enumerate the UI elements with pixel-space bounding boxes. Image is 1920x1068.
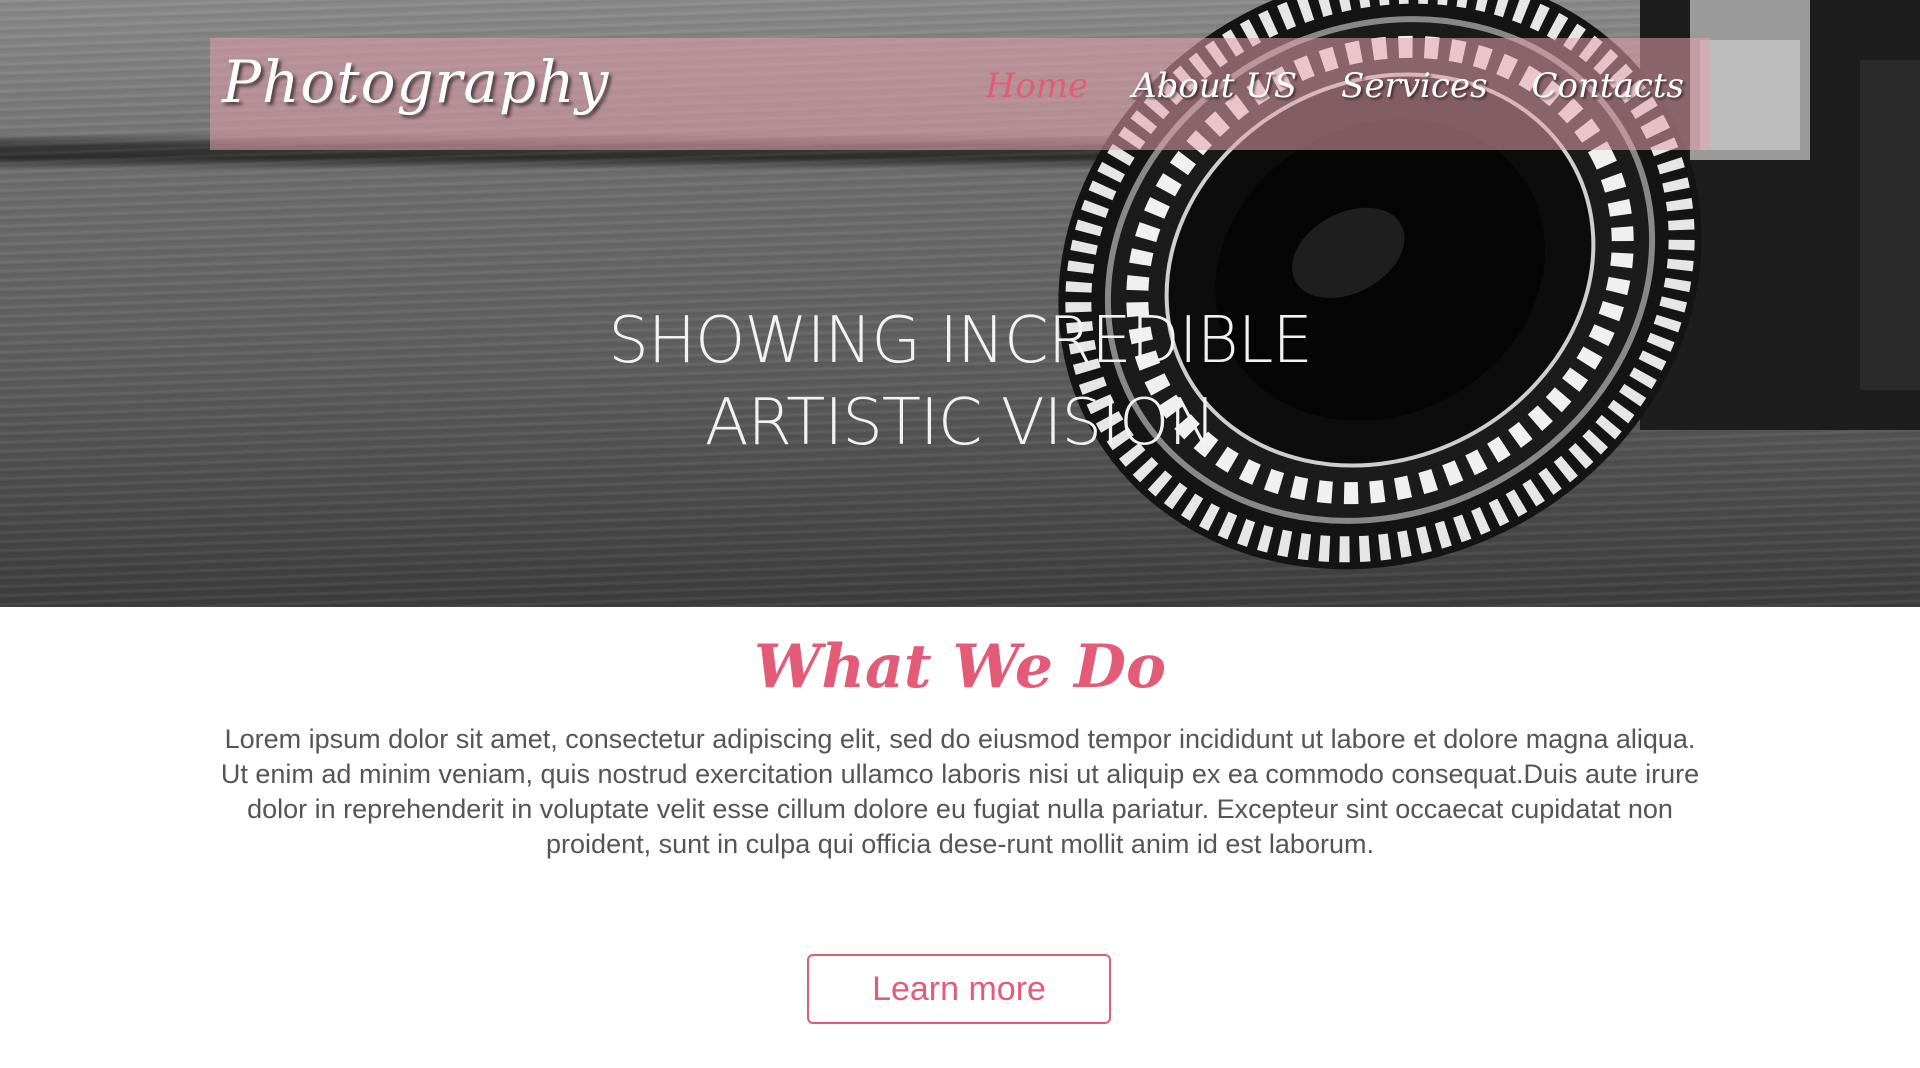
hero-headline: SHOWING INCREDIBLE ARTISTIC VISION	[0, 300, 1920, 464]
section-title: What We Do	[753, 632, 1167, 702]
nav-link-services[interactable]: Services	[1341, 66, 1487, 106]
hero-banner: Photography Home About US Services Conta…	[0, 0, 1920, 607]
hero-headline-line-2: ARTISTIC VISION	[704, 386, 1217, 460]
nav-link-contacts[interactable]: Contacts	[1532, 66, 1684, 106]
learn-more-button[interactable]: Learn more	[807, 954, 1111, 1024]
nav-link-home[interactable]: Home	[986, 66, 1088, 106]
site-logo[interactable]: Photography	[222, 48, 609, 116]
top-navigation-bar: Photography Home About US Services Conta…	[210, 38, 1710, 150]
nav-link-about-us[interactable]: About US	[1132, 66, 1297, 106]
hero-headline-line-1: SHOWING INCREDIBLE	[608, 304, 1313, 378]
section-body-text: Lorem ipsum dolor sit amet, consectetur …	[220, 724, 1700, 859]
nav-links: Home About US Services Contacts	[986, 66, 1684, 106]
